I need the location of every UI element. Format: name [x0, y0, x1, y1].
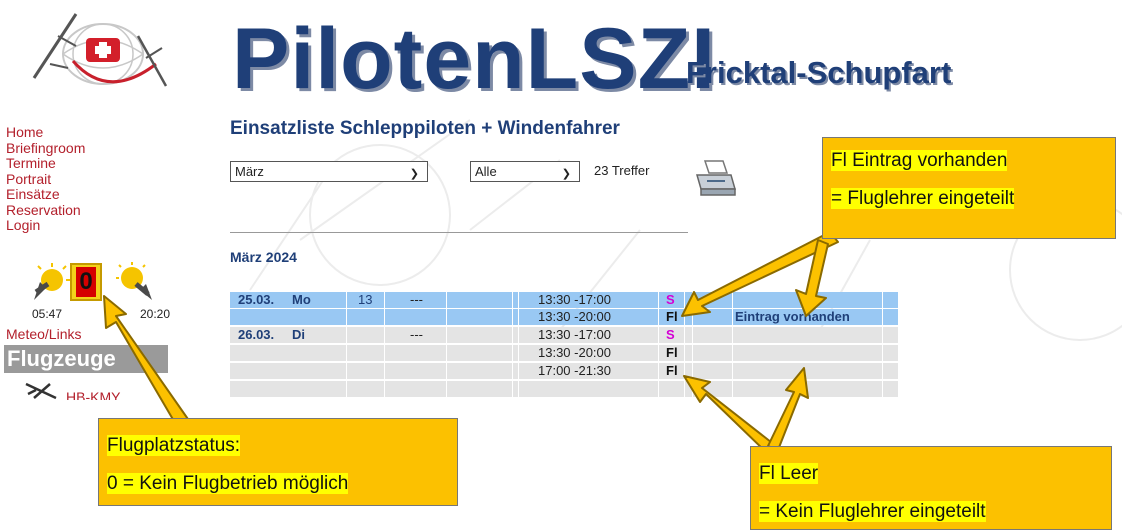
- aircraft-link[interactable]: HB-KMY: [66, 389, 120, 400]
- table-row[interactable]: 26.03. Di --- 13:30 -17:00 S: [230, 327, 898, 343]
- table-row[interactable]: 13:30 -20:00 Fl: [230, 345, 898, 361]
- nav-home[interactable]: Home: [6, 124, 85, 141]
- nav-briefingroom[interactable]: Briefingroom: [6, 140, 85, 157]
- filter-select-value: Alle: [475, 164, 497, 179]
- nav-portrait[interactable]: Portrait: [6, 171, 85, 188]
- filter-select[interactable]: Alle ❯: [470, 161, 580, 182]
- row-number: 13: [358, 292, 373, 307]
- page-title: Einsatzliste Schlepppiloten + Windenfahr…: [230, 118, 620, 139]
- table-row[interactable]: [230, 381, 898, 397]
- row-time: 13:30 -17:00: [538, 292, 612, 307]
- column-divider: [518, 292, 519, 400]
- sunrise-icon: [34, 263, 70, 300]
- callout-fl-present-line2: = Fluglehrer eingeteilt: [831, 188, 1015, 209]
- airfield-status-value: 0: [76, 267, 96, 297]
- aircraft-section-title: Flugzeuge: [4, 345, 168, 373]
- row-dash: ---: [410, 327, 423, 342]
- row-flag: S: [666, 292, 675, 307]
- callout-fl-empty-line1: Fl Leer: [759, 463, 819, 484]
- table-row[interactable]: 25.03. Mo 13 --- 13:30 -17:00 S: [230, 292, 898, 308]
- nav-termine[interactable]: Termine: [6, 155, 85, 172]
- callout-airfield-line1: Flugplatzstatus:: [107, 435, 241, 456]
- row-time: 13:30 -20:00: [538, 309, 612, 324]
- callout-fl-present-line1: Fl Eintrag vorhanden: [831, 150, 1008, 171]
- row-date: 25.03.: [238, 292, 275, 307]
- column-divider: [446, 292, 447, 400]
- row-date: 26.03.: [238, 327, 275, 342]
- airfield-status-badge[interactable]: 0: [70, 263, 102, 301]
- nav-reservation[interactable]: Reservation: [6, 202, 85, 219]
- column-divider: [384, 292, 385, 400]
- row-entry[interactable]: Eintrag vorhanden: [735, 309, 850, 325]
- sunset-icon: [116, 262, 152, 300]
- row-flag: S: [666, 327, 675, 342]
- row-time: 17:00 -21:30: [538, 363, 612, 378]
- callout-airfield-line2: 0 = Kein Flugbetrieb möglich: [107, 473, 349, 494]
- table-row[interactable]: 13:30 -20:00 Fl Eintrag vorhanden: [230, 309, 898, 325]
- month-select-value: März: [235, 164, 264, 179]
- chevron-down-icon: ❯: [561, 168, 571, 180]
- column-divider: [512, 292, 513, 400]
- hit-count: 23 Treffer: [594, 163, 650, 178]
- column-divider: [658, 292, 659, 400]
- nav-einsaetze[interactable]: Einsätze: [6, 186, 85, 203]
- row-time: 13:30 -20:00: [538, 345, 612, 360]
- row-flag: Fl: [666, 309, 678, 324]
- table-row[interactable]: 17:00 -21:30 Fl: [230, 363, 898, 379]
- logo-emblem-icon[interactable]: [28, 6, 168, 101]
- row-time: 13:30 -17:00: [538, 327, 612, 342]
- month-heading: März 2024: [230, 249, 297, 265]
- column-divider: [882, 292, 883, 400]
- row-dash: ---: [410, 292, 423, 307]
- column-divider: [692, 292, 693, 400]
- callout-fl-empty: Fl Leer = Kein Fluglehrer eingeteilt: [750, 446, 1112, 530]
- callout-fl-empty-line2: = Kein Fluglehrer eingeteilt: [759, 501, 986, 522]
- row-flag: Fl: [666, 363, 678, 378]
- month-select[interactable]: März ❯: [230, 161, 428, 182]
- brand-subtitle: Fricktal-Schupfart: [686, 55, 952, 90]
- printer-icon[interactable]: [693, 159, 737, 199]
- sunrise-time: 05:47: [32, 307, 63, 321]
- row-weekday: Di: [292, 327, 305, 342]
- chevron-down-icon: ❯: [409, 168, 419, 180]
- sunset-time: 20:20: [140, 307, 171, 321]
- row-flag: Fl: [666, 345, 678, 360]
- column-divider: [732, 292, 733, 400]
- column-divider: [684, 292, 685, 400]
- plane-icon: [25, 382, 57, 400]
- callout-airfield-status: Flugplatzstatus: 0 = Kein Flugbetrieb mö…: [98, 418, 458, 506]
- column-divider: [346, 292, 347, 400]
- nav-login[interactable]: Login: [6, 217, 85, 234]
- brand-title: PilotenLSZI: [232, 11, 716, 107]
- main-nav: Home Briefingroom Termine Portrait Einsä…: [6, 124, 85, 234]
- divider: [230, 232, 688, 233]
- callout-fl-present-panel: Fl Eintrag vorhanden = Fluglehrer einget…: [822, 137, 1116, 239]
- nav-meteo-links[interactable]: Meteo/Links: [6, 326, 81, 342]
- airfield-status-row: 0: [30, 262, 158, 306]
- row-weekday: Mo: [292, 292, 311, 307]
